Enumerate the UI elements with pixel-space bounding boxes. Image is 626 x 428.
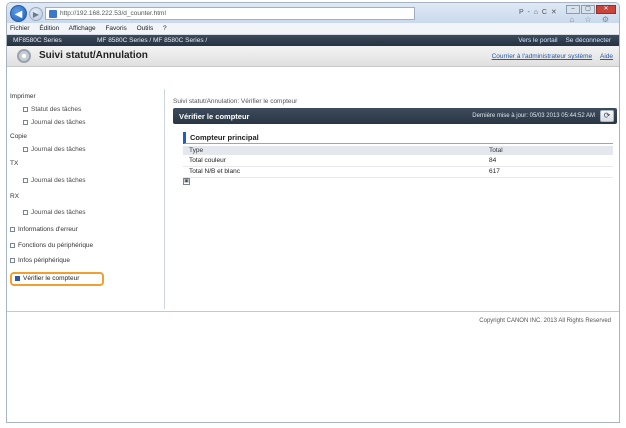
- counter-table: Type Total Total couleur 84 Total N/B et…: [183, 146, 613, 178]
- device-path: MF 8580C Series / MF 8580C Series /: [97, 37, 208, 44]
- column-header-total: Total: [483, 146, 613, 155]
- bullet-icon: [23, 209, 28, 215]
- portal-link[interactable]: Vers le portail: [518, 37, 557, 44]
- panel-title: Compteur principal: [183, 132, 613, 144]
- copyright-text: Copyright CANON INC. 2013 All Rights Res…: [479, 318, 611, 324]
- sidebar-heading-imprimer: Imprimer: [10, 93, 36, 100]
- table-header-row: Type Total: [183, 146, 613, 155]
- minimize-icon[interactable]: –: [566, 5, 580, 14]
- sidebar-heading-tx: TX: [10, 160, 19, 167]
- sidebar-heading-copie: Copie: [10, 133, 27, 140]
- table-row: Total N/B et blanc 617: [183, 166, 613, 178]
- bullet-icon: [10, 257, 15, 263]
- sidebar-item-label: Infos périphérique: [18, 257, 71, 264]
- menu-favoris[interactable]: Favoris: [105, 25, 126, 32]
- site-favicon-icon: [49, 10, 57, 18]
- sidebar-item-print-log[interactable]: Journal des tâches: [23, 119, 86, 126]
- sidebar-item-device-functions[interactable]: Fonctions du périphérique: [10, 242, 93, 249]
- content-area: Imprimer Statut des tâches Journal des t…: [7, 89, 619, 309]
- cell-type: Total N/B et blanc: [183, 166, 483, 178]
- page-header: Suivi statut/Annulation Courrier à l'adm…: [7, 46, 619, 67]
- forward-button[interactable]: ▶: [29, 7, 43, 21]
- help-link[interactable]: Aide: [600, 53, 613, 60]
- main-panel: Suivi statut/Annulation: Vérifier le com…: [173, 89, 617, 309]
- menu-edition[interactable]: Édition: [39, 25, 59, 32]
- browser-window: ◀ ▶ http://192.168.222.53/d_counter.html…: [6, 2, 620, 423]
- breadcrumb: Suivi statut/Annulation: Vérifier le com…: [173, 98, 298, 105]
- table-row: Total couleur 84: [183, 155, 613, 167]
- bullet-icon: [23, 106, 28, 112]
- device-bar: MF8580C Series MF 8580C Series / MF 8580…: [7, 35, 619, 46]
- last-update-text: Dernière mise à jour: 05/03 2013 05:44:5…: [472, 113, 595, 119]
- bullet-icon: [10, 242, 15, 248]
- sidebar-item-label: Informations d'erreur: [18, 226, 78, 233]
- sidebar-item-copy-log[interactable]: Journal des tâches: [23, 146, 86, 153]
- sidebar-item-print-status[interactable]: Statut des tâches: [23, 106, 81, 113]
- bullet-icon: [23, 119, 28, 125]
- sidebar-item-label: Fonctions du périphérique: [18, 242, 94, 249]
- footer: Copyright CANON INC. 2013 All Rights Res…: [7, 311, 619, 324]
- page-title: Suivi statut/Annulation: [39, 50, 148, 61]
- browser-titlebar: ◀ ▶ http://192.168.222.53/d_counter.html…: [7, 3, 619, 24]
- cell-total: 617: [483, 166, 613, 178]
- browser-menubar: Fichier Édition Affichage Favoris Outils…: [7, 23, 619, 35]
- menu-outils[interactable]: Outils: [137, 25, 154, 32]
- device-id: MF8580C Series: [13, 37, 62, 44]
- column-header-type: Type: [183, 146, 483, 155]
- maximize-icon[interactable]: ▢: [581, 5, 595, 14]
- close-icon[interactable]: ✕: [596, 5, 616, 14]
- menu-help[interactable]: ?: [163, 25, 167, 32]
- browser-toolbar-icons[interactable]: ⌂ ☆ ⚙: [569, 15, 613, 24]
- bullet-icon: [15, 275, 20, 281]
- sidebar-item-tx-log[interactable]: Journal des tâches: [23, 177, 86, 184]
- sidebar-item-device-info[interactable]: Infos périphérique: [10, 257, 70, 264]
- mail-admin-link[interactable]: Courrier à l'administrateur système: [492, 53, 593, 60]
- address-bar[interactable]: http://192.168.222.53/d_counter.html: [45, 7, 415, 20]
- sidebar-item-error-info[interactable]: Informations d'erreur: [10, 226, 78, 233]
- section-title: Vérifier le compteur: [179, 112, 250, 121]
- cell-total: 84: [483, 155, 613, 167]
- logout-link[interactable]: Se déconnecter: [565, 37, 611, 44]
- menu-fichier[interactable]: Fichier: [10, 25, 30, 32]
- sidebar-item-label: Vérifier le compteur: [23, 275, 80, 282]
- sidebar-item-check-counter[interactable]: Vérifier le compteur: [10, 272, 104, 286]
- sidebar: Imprimer Statut des tâches Journal des t…: [7, 89, 165, 309]
- sidebar-item-rx-log[interactable]: Journal des tâches: [23, 209, 86, 216]
- window-controls: – ▢ ✕: [566, 5, 616, 14]
- sidebar-heading-rx: RX: [10, 193, 20, 200]
- sidebar-item-label: Journal des tâches: [31, 177, 86, 184]
- menu-affichage[interactable]: Affichage: [69, 25, 96, 32]
- bullet-icon: [10, 226, 15, 232]
- refresh-icon[interactable]: ⟳: [600, 110, 614, 122]
- bullet-icon: [23, 146, 28, 152]
- collapse-toggle-icon[interactable]: ▣: [183, 178, 190, 185]
- cell-type: Total couleur: [183, 155, 483, 167]
- sidebar-item-label: Journal des tâches: [31, 209, 86, 216]
- back-button[interactable]: ◀: [10, 5, 27, 22]
- address-tools[interactable]: P - ⌂ C ✕: [519, 8, 558, 16]
- section-header: Vérifier le compteur Dernière mise à jou…: [173, 108, 617, 124]
- bullet-icon: [23, 177, 28, 183]
- sidebar-item-label: Journal des tâches: [31, 119, 86, 126]
- address-text: http://192.168.222.53/d_counter.html: [60, 10, 166, 17]
- counter-panel: Compteur principal Type Total Total coul…: [183, 132, 613, 178]
- status-monitor-logo-icon: [17, 49, 31, 63]
- sidebar-item-label: Journal des tâches: [31, 146, 86, 153]
- sidebar-item-label: Statut des tâches: [31, 106, 82, 113]
